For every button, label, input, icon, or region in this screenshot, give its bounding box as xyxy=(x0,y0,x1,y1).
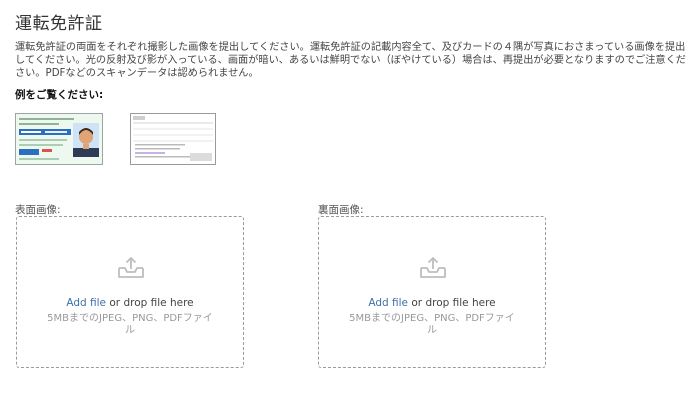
front-image-label: 表面画像: xyxy=(15,204,61,216)
upload-tray-icon xyxy=(118,257,144,278)
back-image-dropzone[interactable]: Add file or drop file here 5MBまでのJPEG、PN… xyxy=(318,216,546,368)
front-image-dropzone[interactable]: Add file or drop file here 5MBまでのJPEG、PN… xyxy=(16,216,244,368)
examples-label: 例をご覧ください: xyxy=(15,89,104,101)
allowed-formats-text: 5MBまでのJPEG、PNG、PDFファイル xyxy=(349,313,515,336)
dropzone-instruction: Add file or drop file here xyxy=(319,297,545,309)
upload-tray-icon xyxy=(420,257,446,278)
allowed-formats-text: 5MBまでのJPEG、PNG、PDFファイル xyxy=(47,313,213,336)
page-title: 運転免許証 xyxy=(15,14,103,34)
drop-file-text: or drop file here xyxy=(106,297,194,309)
add-file-link[interactable]: Add file xyxy=(368,297,408,309)
add-file-link[interactable]: Add file xyxy=(66,297,106,309)
sample-license-front-image xyxy=(15,113,103,165)
drop-file-text: or drop file here xyxy=(408,297,496,309)
dropzone-instruction: Add file or drop file here xyxy=(17,297,243,309)
instructions-text: 運転免許証の両面をそれぞれ撮影した画像を提出してください。運転免許証の記載内容全… xyxy=(15,42,686,79)
back-image-label: 裏面画像: xyxy=(318,204,364,216)
sample-license-back-image xyxy=(130,113,216,165)
